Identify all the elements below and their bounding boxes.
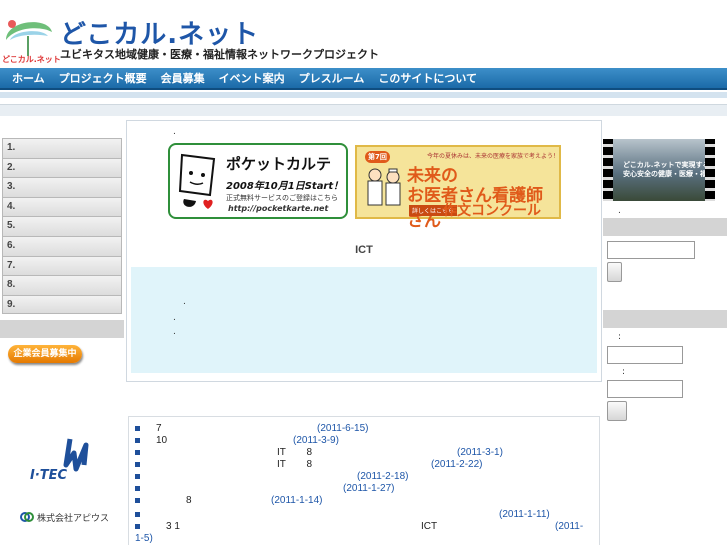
nav-about-site[interactable]: このサイトについて	[371, 70, 484, 86]
news-date: 1-5)	[135, 533, 153, 544]
sidebar-item-4[interactable]: 4.	[2, 196, 122, 217]
sidebar-item-7[interactable]: 7.	[2, 255, 122, 276]
info-dot-3: .	[173, 327, 176, 337]
itec-logo-icon[interactable]: I·TEC	[28, 435, 98, 485]
sidebar-item-8[interactable]: 8.	[2, 275, 122, 295]
main-content: . ポケットカルテ 2008年10月1日Start！ 正式無料サービスのご登録は…	[126, 120, 602, 382]
bullet-icon	[135, 449, 140, 455]
nav-subbar	[0, 92, 727, 98]
news-date: (2011-1-27)	[343, 483, 395, 494]
video-caption: どこカル.ネットで実現する安心安全の健康・医療・福祉	[623, 161, 714, 178]
login-section-bar	[603, 310, 727, 328]
karte-character-icon	[178, 153, 216, 209]
news-item[interactable]: (2011-1-11)	[135, 509, 595, 520]
nav-home[interactable]: ホーム	[0, 70, 52, 86]
bullet-icon	[135, 523, 140, 529]
contest-title-line3: 作文コンクール	[443, 203, 541, 219]
news-date: (2011-	[555, 521, 584, 532]
bullet-icon	[135, 425, 140, 431]
news-item[interactable]: 3 1 ICT (2011-	[135, 521, 595, 532]
breadcrumb-bar	[0, 104, 727, 116]
nav-events[interactable]: イベント案内	[212, 70, 292, 86]
news-date: (2011-3-1)	[457, 447, 503, 458]
apios-mark-icon	[20, 512, 34, 522]
site-header: どこカル.ネット どこカル.ネット ユビキタス地域健康・医療・福祉情報ネットワー…	[0, 0, 727, 68]
pocket-karte-url: http://pocketkarte.net	[228, 204, 329, 213]
pocket-karte-banner[interactable]: ポケットカルテ 2008年10月1日Start！ 正式無料サービスのご登録はこち…	[168, 143, 348, 219]
news-item[interactable]: 7 (2011-6-15)	[135, 423, 595, 434]
bullet-icon	[135, 437, 140, 443]
search-section-bar	[603, 218, 727, 236]
film-strip-left	[603, 139, 613, 201]
news-date: (2011-2-18)	[357, 471, 409, 482]
nav-member-recruitment[interactable]: 会員募集	[154, 70, 212, 86]
nav-project-overview[interactable]: プロジェクト概要	[52, 70, 154, 86]
apios-logo-text: 株式会社アピウス	[37, 514, 110, 524]
contest-tagline: 今年の夏休みは、未来の医療を家族で考えよう！	[427, 153, 560, 160]
login-password-label: :	[622, 367, 626, 377]
ict-section-heading: ICT	[355, 244, 373, 256]
essay-contest-banner[interactable]: 今年の夏休みは、未来の医療を家族で考えよう！ 第7回 未来の お医者さん看護師さ…	[355, 145, 561, 231]
login-password-field[interactable]	[607, 380, 683, 398]
nav-press-room[interactable]: プレスルーム	[292, 70, 372, 86]
bullet-icon	[135, 461, 140, 467]
logo-small-text: どこカル.ネット	[2, 55, 61, 64]
info-dot-2: .	[173, 313, 176, 323]
news-item[interactable]: IT 8 (2011-2-22)	[135, 459, 595, 470]
login-id-label: :	[618, 332, 622, 342]
apios-logo[interactable]: 株式会社アピウス	[20, 508, 110, 528]
news-item[interactable]: 10 (2011-3-9)	[135, 435, 595, 446]
main-nav: ホーム プロジェクト概要 会員募集 イベント案内 プレスルーム このサイトについ…	[0, 68, 727, 90]
news-list: 7 (2011-6-15) 10 (2011-3-9) IT 8 (2011-3…	[128, 416, 600, 545]
news-item[interactable]: (2011-2-18)	[135, 471, 595, 482]
news-item[interactable]: IT 8 (2011-3-1)	[135, 447, 595, 458]
sidebar-item-6[interactable]: 6.	[2, 235, 122, 256]
info-dot-1: .	[183, 297, 186, 307]
doctor-nurse-illustration-icon	[367, 168, 401, 206]
site-subtitle: ユビキタス地域健康・医療・福祉情報ネットワークプロジェクト	[60, 48, 379, 61]
news-date: (2011-3-9)	[293, 435, 339, 446]
sidebar-item-1[interactable]: 1.	[2, 138, 122, 158]
sidebar-item-3[interactable]: 3.	[2, 177, 122, 197]
sidebar-item-5[interactable]: 5.	[2, 216, 122, 236]
login-button[interactable]	[607, 401, 627, 421]
news-item[interactable]: 8 (2011-1-14)	[135, 495, 595, 506]
ict-info-panel: . . .	[131, 267, 597, 373]
left-section-bar	[0, 320, 124, 338]
sidebar-item-2[interactable]: 2.	[2, 157, 122, 178]
pocket-karte-date: 2008年10月1日Start！	[226, 181, 344, 192]
search-button[interactable]	[607, 262, 622, 282]
bullet-icon	[135, 473, 140, 479]
promo-video-thumbnail[interactable]: どこカル.ネットで実現する安心安全の健康・医療・福祉	[603, 139, 715, 201]
corporate-member-button[interactable]: 企業会員募集中	[8, 345, 82, 363]
search-input[interactable]	[607, 241, 695, 259]
bullet-icon	[135, 485, 140, 491]
login-id-field[interactable]	[607, 346, 683, 364]
left-sidebar: 1. 2. 3. 4. 5. 6. 7. 8. 9.	[0, 138, 124, 315]
itec-logo-text: I·TEC	[30, 468, 68, 483]
right-dot: .	[618, 206, 621, 216]
pocket-karte-note: 正式無料サービスのご登録はこちら	[226, 194, 338, 202]
center-dot: .	[173, 127, 176, 137]
contest-badge: 第7回	[365, 151, 390, 163]
pocket-karte-title: ポケットカルテ	[226, 155, 332, 173]
news-date: (2011-2-22)	[431, 459, 483, 470]
film-strip-right	[705, 139, 715, 201]
news-date: (2011-1-14)	[271, 495, 323, 506]
news-date: (2011-1-11)	[499, 509, 550, 520]
bullet-icon	[135, 511, 140, 517]
news-item[interactable]: (2011-1-27)	[135, 483, 595, 494]
bullet-icon	[135, 497, 140, 503]
news-date: (2011-6-15)	[317, 423, 369, 434]
sidebar-item-9[interactable]: 9.	[2, 294, 122, 315]
